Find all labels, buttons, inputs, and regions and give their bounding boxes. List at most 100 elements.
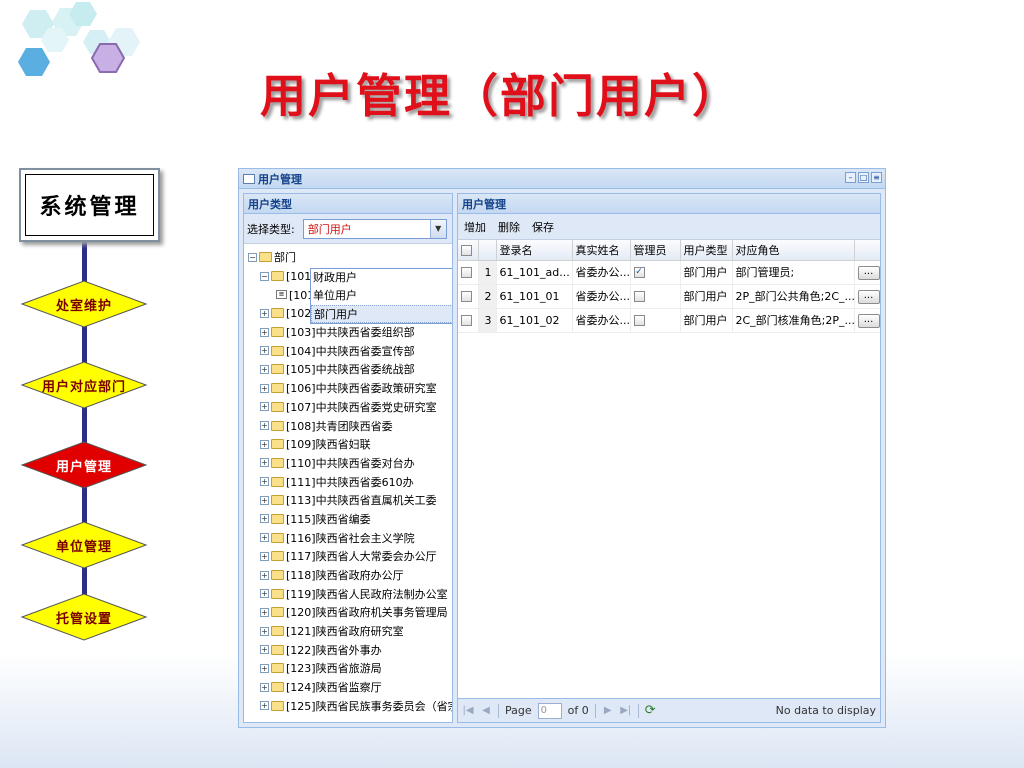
last-page-icon[interactable]: ▶| (620, 705, 632, 716)
cell-admin[interactable] (630, 284, 681, 309)
tree-node[interactable]: + [103]中共陕西省委组织部 (248, 323, 452, 342)
page-input[interactable]: 0 (537, 702, 562, 719)
tree-node[interactable]: + [121]陕西省政府研究室 (248, 622, 452, 641)
expand-icon[interactable]: + (260, 327, 269, 337)
expand-icon[interactable]: + (260, 682, 269, 692)
tree-node[interactable]: + [104]中共陕西省委宣传部 (248, 341, 452, 360)
expand-icon[interactable]: + (260, 551, 269, 561)
cell-login: 61_101_01 (496, 284, 573, 309)
row-number: 2 (478, 284, 497, 309)
flow-step-user-manage: 用户管理 (20, 440, 148, 490)
row-checkbox[interactable] (458, 260, 479, 285)
refresh-icon[interactable]: ⟳ (645, 703, 656, 718)
folder-icon (271, 364, 284, 375)
tree-node[interactable]: + [108]共青团陕西省委 (248, 416, 452, 435)
expand-icon[interactable]: + (260, 533, 269, 543)
expand-icon[interactable]: + (260, 421, 269, 431)
tree-node[interactable]: + [109]陕西省妇联 (248, 435, 452, 454)
admin-checkbox[interactable] (633, 315, 645, 326)
type-option-selected[interactable]: 部门用户 (311, 305, 452, 323)
select-all-checkbox[interactable] (458, 240, 479, 261)
tree-node[interactable]: + [118]陕西省政府办公厅 (248, 566, 452, 585)
tree-node[interactable]: + [106]中共陕西省委政策研究室 (248, 379, 452, 398)
add-button[interactable]: 增加 (464, 219, 486, 235)
tree-node[interactable]: + [122]陕西省外事办 (248, 640, 452, 659)
expand-icon[interactable]: + (260, 626, 269, 636)
expand-icon[interactable]: + (260, 383, 269, 393)
col-role[interactable]: 对应角色 (732, 240, 855, 261)
row-checkbox[interactable] (458, 284, 479, 309)
cell-usertype: 部门用户 (680, 260, 733, 285)
collapse-icon[interactable]: − (260, 271, 269, 281)
expand-icon[interactable]: + (260, 495, 269, 505)
first-page-icon[interactable]: |◀ (462, 705, 474, 716)
expand-icon[interactable]: + (260, 645, 269, 655)
row-more-button[interactable]: ... (857, 290, 880, 304)
tree-node[interactable]: + [116]陕西省社会主义学院 (248, 528, 452, 547)
prev-page-icon[interactable]: ◀ (480, 705, 492, 716)
folder-icon (271, 513, 284, 524)
cell-admin[interactable] (630, 308, 681, 333)
expand-icon[interactable]: + (260, 364, 269, 374)
tree-node[interactable]: +[125]陕西省民族事务委员会（省宗教事 (248, 697, 452, 716)
save-button[interactable]: 保存 (532, 219, 554, 235)
type-dropdown-list: 财政用户 单位用户 部门用户 (310, 268, 452, 324)
tree-node[interactable]: + [107]中共陕西省委党史研究室 (248, 398, 452, 417)
col-realname[interactable]: 真实姓名 (572, 240, 631, 261)
tree-node[interactable]: + [117]陕西省人大常委会办公厅 (248, 547, 452, 566)
empty-message: No data to display (775, 704, 876, 717)
col-admin[interactable]: 管理员 (630, 240, 681, 261)
tree-node[interactable]: + [119]陕西省人民政府法制办公室 (248, 584, 452, 603)
expand-icon[interactable]: + (260, 439, 269, 449)
table-row[interactable]: 3 61_101_02 省委办公... 部门用户 2C_部门核准角色;2P_...... (458, 308, 880, 333)
tree-node[interactable]: + [105]中共陕西省委统战部 (248, 360, 452, 379)
minimize-icon[interactable]: – (845, 172, 856, 183)
user-management-window: 用户管理 – □ ≡ 用户类型 选择类型: 部门用户 ▼ − 部门 − [101 ≡… (238, 168, 886, 728)
row-more-button[interactable]: ... (857, 314, 880, 328)
grid-pager: |◀ ◀ Page 0 of 0 ▶ ▶| ⟳ No data to displ… (458, 698, 880, 722)
table-row[interactable]: 2 61_101_01 省委办公... 部门用户 2P_部门公共角色;2C_...... (458, 284, 880, 309)
table-row[interactable]: 1 61_101_ad... 省委办公... ✓ 部门用户 部门管理员;... (458, 260, 880, 285)
expand-icon[interactable]: + (260, 701, 269, 711)
expand-icon[interactable]: + (260, 663, 269, 673)
expand-icon[interactable]: + (260, 570, 269, 580)
type-option[interactable]: 单位用户 (311, 287, 452, 305)
delete-button[interactable]: 删除 (498, 219, 520, 235)
type-option[interactable]: 财政用户 (311, 269, 452, 287)
expand-icon[interactable]: + (260, 308, 269, 318)
folder-icon (271, 420, 284, 431)
flow-step-label: 单位管理 (55, 539, 112, 555)
tree-node[interactable]: + [113]中共陕西省直属机关工委 (248, 491, 452, 510)
type-select[interactable]: 部门用户 ▼ (302, 218, 447, 239)
cell-admin[interactable]: ✓ (630, 260, 681, 285)
expand-icon[interactable]: + (260, 589, 269, 599)
folder-icon (271, 345, 284, 356)
row-checkbox[interactable] (458, 308, 479, 333)
expand-icon[interactable]: + (260, 607, 269, 617)
tree-node[interactable]: + [111]中共陕西省委610办 (248, 472, 452, 491)
next-page-icon[interactable]: ▶ (602, 705, 614, 716)
cell-usertype: 部门用户 (680, 308, 733, 333)
tree-root[interactable]: − 部门 (248, 248, 452, 267)
tree-node[interactable]: + [123]陕西省旅游局 (248, 659, 452, 678)
row-more-button[interactable]: ... (857, 266, 880, 280)
expand-icon[interactable]: + (260, 458, 269, 468)
tree-node[interactable]: + [120]陕西省政府机关事务管理局 (248, 603, 452, 622)
menu-icon[interactable]: ≡ (871, 172, 882, 183)
chevron-down-icon[interactable]: ▼ (429, 219, 446, 238)
col-login[interactable]: 登录名 (496, 240, 573, 261)
expand-icon[interactable]: + (260, 346, 269, 356)
collapse-icon[interactable]: − (248, 252, 257, 262)
maximize-icon[interactable]: □ (858, 172, 869, 183)
expand-icon[interactable]: + (260, 402, 269, 412)
tree-node[interactable]: + [110]中共陕西省委对台办 (248, 454, 452, 473)
expand-icon[interactable]: + (260, 514, 269, 524)
admin-checkbox[interactable]: ✓ (633, 267, 645, 278)
expand-icon[interactable]: + (260, 477, 269, 487)
tree-node[interactable]: + [115]陕西省编委 (248, 510, 452, 529)
flow-step-label: 用户管理 (55, 459, 112, 475)
tree-node[interactable]: + [124]陕西省监察厅 (248, 678, 452, 697)
col-usertype[interactable]: 用户类型 (680, 240, 733, 261)
admin-checkbox[interactable] (633, 291, 645, 302)
folder-icon (271, 308, 284, 319)
